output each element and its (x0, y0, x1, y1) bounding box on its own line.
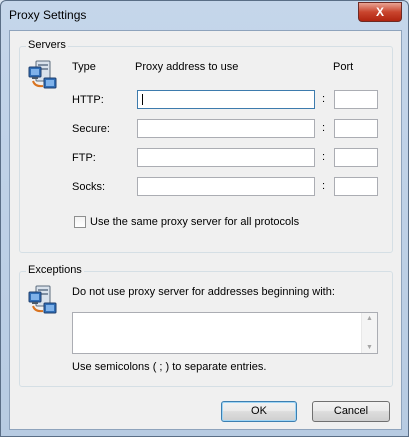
type-column-header: Type (72, 61, 96, 73)
exceptions-group-label: Exceptions (26, 264, 84, 276)
port-column-header: Port (333, 61, 354, 73)
close-button[interactable]: X (358, 2, 402, 22)
window-title: Proxy Settings (9, 8, 87, 22)
ftp-label: FTP: (72, 152, 96, 164)
ok-button[interactable]: OK (221, 401, 297, 422)
address-column-header: Proxy address to use (135, 61, 239, 73)
close-icon: X (375, 5, 384, 19)
ftp-port-separator: : (322, 151, 326, 163)
dialog-client-area: Servers Type Proxy address to use Port H… (9, 30, 402, 430)
http-port-input[interactable] (334, 90, 378, 109)
title-bar[interactable]: Proxy Settings X (1, 1, 408, 30)
text-caret (142, 94, 143, 105)
proxy-settings-window: Proxy Settings X Servers Type Proxy addr… (0, 0, 409, 437)
socks-port-input[interactable] (334, 177, 378, 196)
socks-address-input[interactable] (137, 177, 315, 196)
secure-port-input[interactable] (334, 119, 378, 138)
cancel-button[interactable]: Cancel (312, 401, 390, 422)
secure-label: Secure: (72, 123, 110, 135)
secure-port-separator: : (322, 122, 326, 134)
exceptions-scrollbar[interactable]: ▲ ▼ (361, 313, 377, 353)
scroll-up-icon[interactable]: ▲ (362, 315, 377, 322)
network-computer-icon (28, 285, 57, 314)
ftp-port-input[interactable] (334, 148, 378, 167)
http-port-separator: : (322, 93, 326, 105)
ftp-address-input[interactable] (137, 148, 315, 167)
socks-port-separator: : (322, 180, 326, 192)
http-address-input[interactable] (137, 90, 315, 109)
http-label: HTTP: (72, 94, 104, 106)
same-proxy-label[interactable]: Use the same proxy server for all protoc… (90, 216, 299, 228)
exceptions-hint: Use semicolons ( ; ) to separate entries… (72, 361, 267, 373)
same-proxy-checkbox[interactable] (74, 216, 86, 228)
exceptions-textarea[interactable]: ▲ ▼ (72, 312, 378, 354)
secure-address-input[interactable] (137, 119, 315, 138)
exceptions-description: Do not use proxy server for addresses be… (72, 286, 335, 298)
exceptions-group: Exceptions Do not use proxy server for a… (19, 264, 393, 387)
network-computer-icon (28, 60, 57, 89)
servers-group-label: Servers (26, 39, 68, 51)
socks-label: Socks: (72, 181, 106, 193)
scroll-down-icon[interactable]: ▼ (362, 344, 377, 351)
servers-group: Servers Type Proxy address to use Port H… (19, 39, 393, 253)
